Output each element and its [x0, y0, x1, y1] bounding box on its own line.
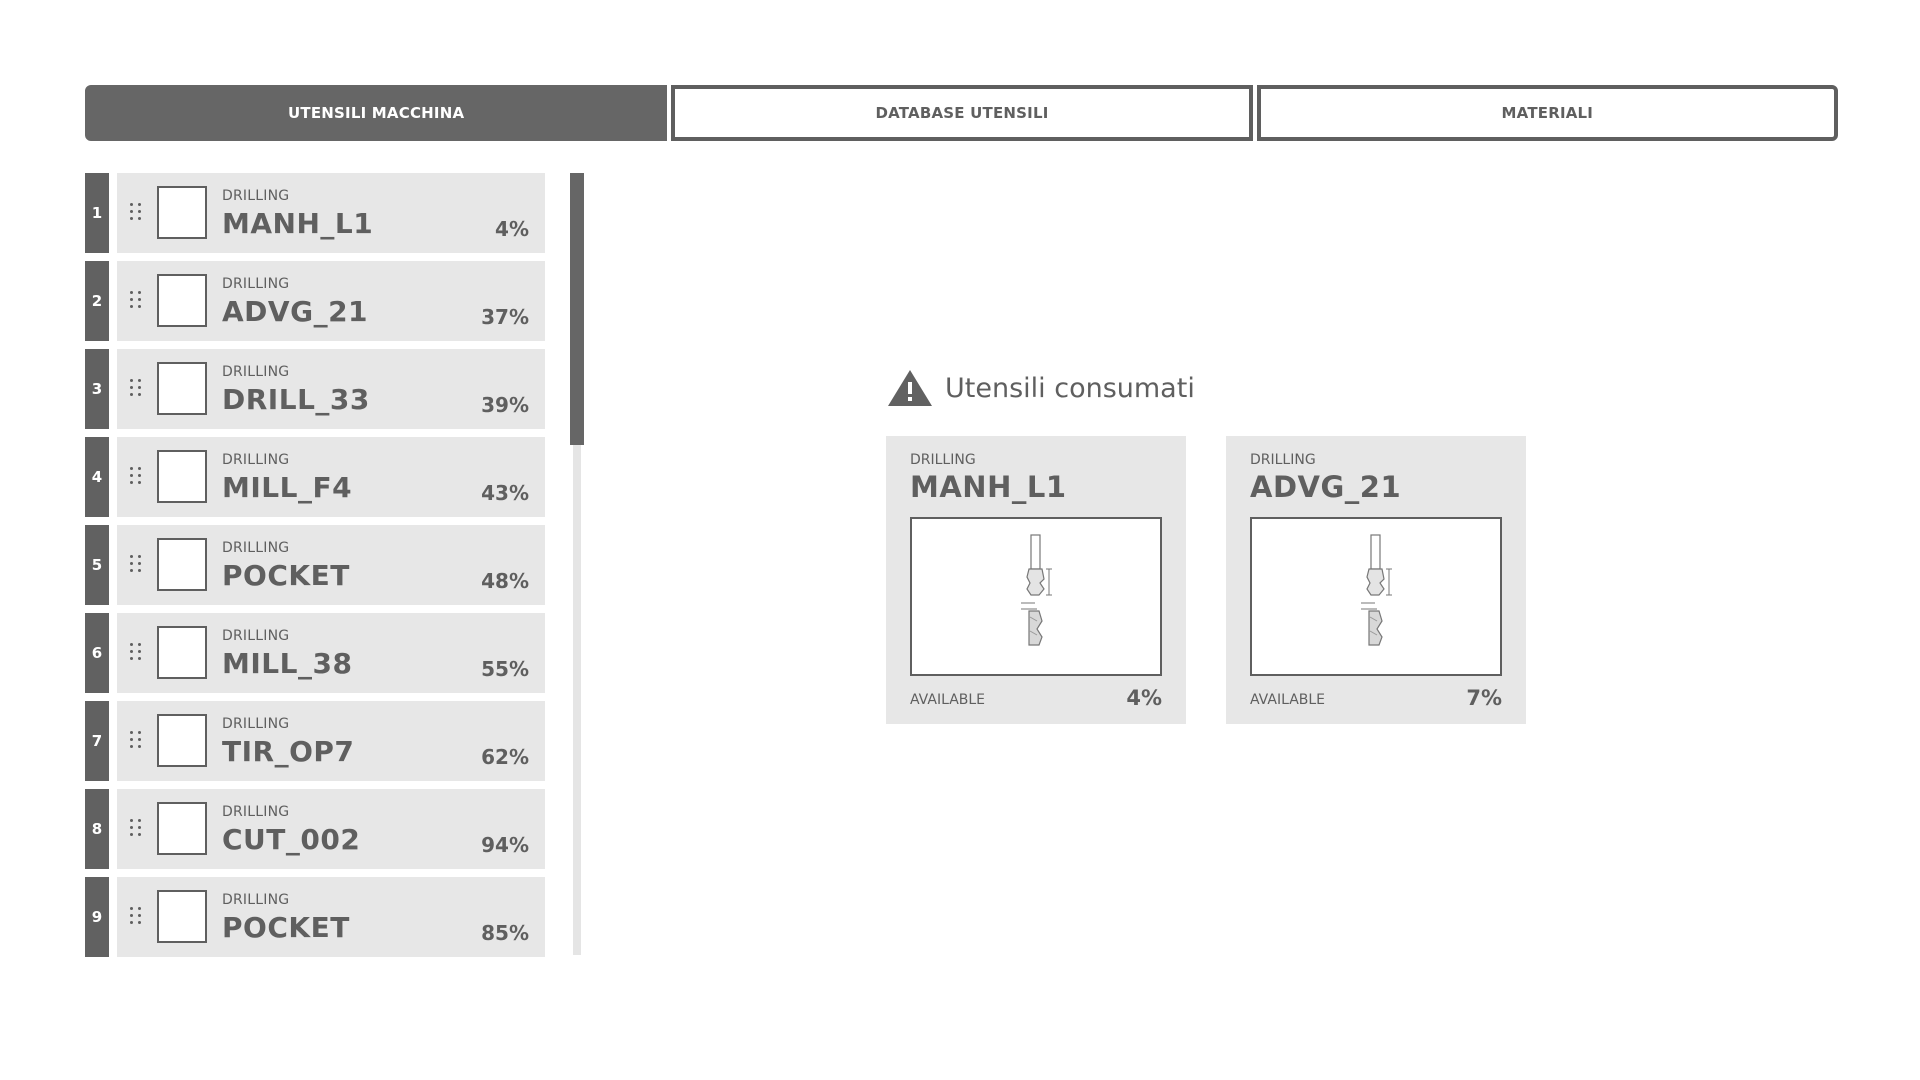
drag-handle-icon[interactable]	[130, 555, 142, 575]
available-label: AVAILABLE	[910, 692, 986, 708]
tool-checkbox[interactable]	[157, 450, 207, 503]
tool-category: DRILLING	[222, 364, 290, 380]
tool-percent: 48%	[481, 569, 529, 593]
available-percent: 7%	[1466, 686, 1502, 710]
tool-percent: 94%	[481, 833, 529, 857]
tool-checkbox[interactable]	[157, 890, 207, 943]
tool-category: DRILLING	[222, 276, 290, 292]
tool-slot-number: 6	[85, 613, 109, 693]
tool-slot-number: 4	[85, 437, 109, 517]
drag-handle-icon[interactable]	[130, 467, 142, 487]
drill-bit-image	[910, 517, 1162, 676]
tool-row: 5 DRILLING POCKET 48%	[85, 525, 545, 605]
tool-row: 9 DRILLING POCKET 85%	[85, 877, 545, 957]
tool-card[interactable]: DRILLING MILL_F4 43%	[117, 437, 545, 517]
drill-bit-icon	[1021, 534, 1052, 646]
tool-row: 8 DRILLING CUT_002 94%	[85, 789, 545, 869]
tool-checkbox[interactable]	[157, 538, 207, 591]
tool-slot-number: 9	[85, 877, 109, 957]
consumed-tool-card[interactable]: DRILLING MANH_L1 AVAILABLE 4%	[886, 436, 1186, 724]
tool-row: 3 DRILLING DRILL_33 39%	[85, 349, 545, 429]
tool-card[interactable]: DRILLING CUT_002 94%	[117, 789, 545, 869]
tool-category: DRILLING	[222, 540, 290, 556]
tool-row: 7 DRILLING TIR_OP7 62%	[85, 701, 545, 781]
tool-slot-number: 8	[85, 789, 109, 869]
drag-handle-icon[interactable]	[130, 291, 142, 311]
consumed-tools-title: Utensili consumati	[945, 372, 1195, 404]
tool-slot-number: 7	[85, 701, 109, 781]
tool-percent: 85%	[481, 921, 529, 945]
tab-bar: UTENSILI MACCHINA DATABASE UTENSILI MATE…	[85, 85, 1838, 141]
tool-percent: 62%	[481, 745, 529, 769]
available-label: AVAILABLE	[1250, 692, 1326, 708]
tool-checkbox[interactable]	[157, 186, 207, 239]
warning-icon	[888, 370, 932, 406]
drag-handle-icon[interactable]	[130, 731, 142, 751]
tool-slot-number: 1	[85, 173, 109, 253]
tool-row: 2 DRILLING ADVG_21 37%	[85, 261, 545, 341]
tab-materiali[interactable]: MATERIALI	[1256, 85, 1838, 141]
tool-category: DRILLING	[222, 188, 290, 204]
drag-handle-icon[interactable]	[130, 379, 142, 399]
tool-category: DRILLING	[222, 892, 290, 908]
machine-tool-list: 1 DRILLING MANH_L1 4% 2 DRILLING ADVG_21…	[85, 173, 545, 965]
drag-handle-icon[interactable]	[130, 203, 142, 223]
tool-row: 6 DRILLING MILL_38 55%	[85, 613, 545, 693]
tool-card[interactable]: DRILLING ADVG_21 37%	[117, 261, 545, 341]
tool-card[interactable]: DRILLING MILL_38 55%	[117, 613, 545, 693]
drill-bit-icon	[1361, 534, 1392, 646]
tool-percent: 37%	[481, 305, 529, 329]
tool-name: DRILL_33	[222, 383, 370, 416]
tool-checkbox[interactable]	[157, 714, 207, 767]
consumed-tool-name: MANH_L1	[910, 470, 1067, 504]
tool-checkbox[interactable]	[157, 802, 207, 855]
drag-handle-icon[interactable]	[130, 819, 142, 839]
tool-name: MANH_L1	[222, 207, 374, 240]
tool-name: CUT_002	[222, 823, 361, 856]
tool-category: DRILLING	[222, 716, 290, 732]
consumed-tool-category: DRILLING	[910, 452, 976, 468]
drag-handle-icon[interactable]	[130, 643, 142, 663]
tool-name: ADVG_21	[222, 295, 369, 328]
tool-percent: 43%	[481, 481, 529, 505]
tool-row: 4 DRILLING MILL_F4 43%	[85, 437, 545, 517]
tool-percent: 55%	[481, 657, 529, 681]
tool-name: TIR_OP7	[222, 735, 355, 768]
tab-utensili-macchina[interactable]: UTENSILI MACCHINA	[85, 85, 668, 141]
consumed-tool-name: ADVG_21	[1250, 470, 1402, 504]
tool-card[interactable]: DRILLING TIR_OP7 62%	[117, 701, 545, 781]
tool-percent: 39%	[481, 393, 529, 417]
tool-row: 1 DRILLING MANH_L1 4%	[85, 173, 545, 253]
tool-slot-number: 3	[85, 349, 109, 429]
tool-card[interactable]: DRILLING MANH_L1 4%	[117, 173, 545, 253]
consumed-tool-card[interactable]: DRILLING ADVG_21 AVAILABLE 7%	[1226, 436, 1526, 724]
tool-checkbox[interactable]	[157, 626, 207, 679]
drill-bit-image	[1250, 517, 1502, 676]
tool-category: DRILLING	[222, 628, 290, 644]
tool-name: POCKET	[222, 911, 350, 944]
tool-name: POCKET	[222, 559, 350, 592]
tool-card[interactable]: DRILLING POCKET 48%	[117, 525, 545, 605]
tool-checkbox[interactable]	[157, 274, 207, 327]
consumed-tools-header: Utensili consumati	[887, 369, 1195, 407]
tool-checkbox[interactable]	[157, 362, 207, 415]
tool-category: DRILLING	[222, 452, 290, 468]
tool-slot-number: 2	[85, 261, 109, 341]
consumed-tool-category: DRILLING	[1250, 452, 1316, 468]
scrollbar-thumb[interactable]	[570, 173, 584, 445]
tool-percent: 4%	[495, 217, 529, 241]
tab-database-utensili[interactable]: DATABASE UTENSILI	[671, 85, 1253, 141]
available-percent: 4%	[1126, 686, 1162, 710]
tool-card[interactable]: DRILLING DRILL_33 39%	[117, 349, 545, 429]
tool-name: MILL_F4	[222, 471, 353, 504]
tool-slot-number: 5	[85, 525, 109, 605]
tool-list-scrollbar[interactable]	[570, 173, 584, 955]
tool-card[interactable]: DRILLING POCKET 85%	[117, 877, 545, 957]
tool-name: MILL_38	[222, 647, 353, 680]
drag-handle-icon[interactable]	[130, 907, 142, 927]
tool-category: DRILLING	[222, 804, 290, 820]
